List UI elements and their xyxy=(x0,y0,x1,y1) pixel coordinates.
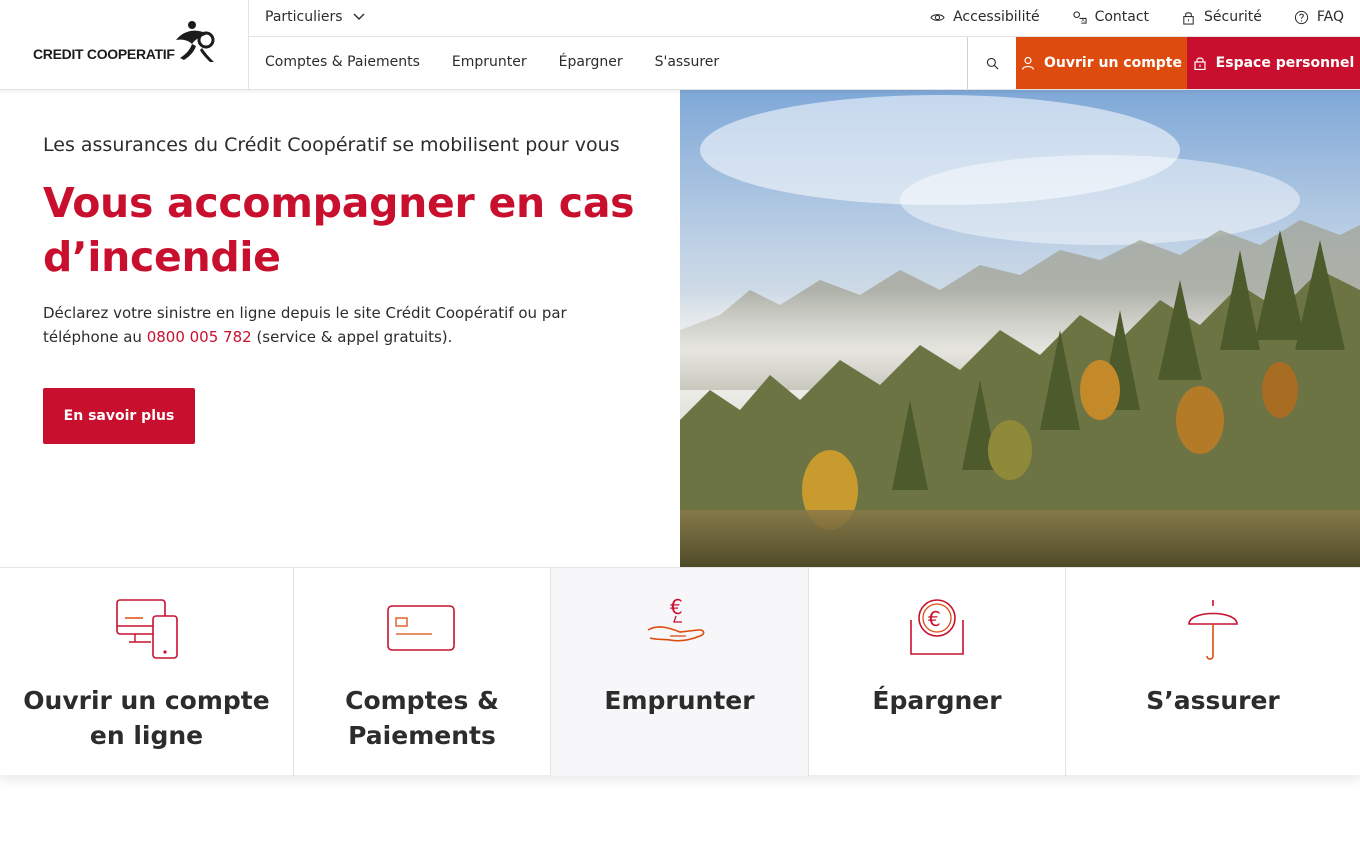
utility-links: Accessibilité A Contact Sécurité FAQ xyxy=(930,9,1344,25)
open-account-label: Ouvrir un compte xyxy=(1044,55,1182,71)
chevron-down-icon xyxy=(353,13,365,20)
nav-item-comptes-paiements[interactable]: Comptes & Paiements xyxy=(265,54,420,70)
forest-illustration xyxy=(680,90,1360,567)
umbrella-icon xyxy=(1188,600,1238,660)
lock-icon xyxy=(1194,57,1206,70)
security-link[interactable]: Sécurité xyxy=(1181,9,1262,25)
hero-subtitle: Les assurances du Crédit Coopératif se m… xyxy=(43,134,620,156)
learn-more-button[interactable]: En savoir plus xyxy=(43,388,195,444)
top-utility-bar: Particuliers Accessibilité A Contact Séc… xyxy=(249,0,1360,37)
faq-link[interactable]: FAQ xyxy=(1294,9,1344,25)
card-icon xyxy=(387,605,455,651)
site-header: CREDIT COOPERATIF Particuliers Accessibi… xyxy=(0,0,1360,90)
card-label: S’assurer xyxy=(1146,686,1280,715)
user-icon xyxy=(1021,56,1035,70)
phone-link[interactable]: 0800 005 782 xyxy=(147,328,252,346)
faq-label: FAQ xyxy=(1316,9,1344,25)
accessibility-label: Accessibilité xyxy=(953,9,1040,25)
card-open-account[interactable]: Ouvrir un compte en ligne xyxy=(0,568,294,776)
contact-link[interactable]: A Contact xyxy=(1072,9,1149,25)
segment-selector[interactable]: Particuliers xyxy=(265,9,365,25)
personal-space-label: Espace personnel xyxy=(1215,55,1355,71)
main-nav: Comptes & Paiements Emprunter Épargner S… xyxy=(249,37,1360,89)
logo-text: CREDIT COOPERATIF xyxy=(33,46,175,62)
eye-icon xyxy=(930,13,945,21)
card-label: Emprunter xyxy=(604,686,755,715)
svg-text:€: € xyxy=(928,607,941,631)
hero-description: Déclarez votre sinistre en ligne depuis … xyxy=(43,301,643,349)
card-insure[interactable]: S’assurer xyxy=(1066,568,1360,776)
open-account-button[interactable]: Ouvrir un compte xyxy=(1016,37,1187,89)
hero-content: Les assurances du Crédit Coopératif se m… xyxy=(0,90,680,567)
svg-text:€: € xyxy=(670,596,683,619)
nav-item-epargner[interactable]: Épargner xyxy=(559,54,623,70)
logo[interactable]: CREDIT COOPERATIF xyxy=(0,0,249,89)
card-label: Ouvrir un compte en ligne xyxy=(23,686,270,750)
hero-text-after: (service & appel gratuits). xyxy=(251,328,453,346)
search-icon xyxy=(986,57,998,69)
lock-icon xyxy=(1183,11,1194,25)
devices-icon xyxy=(115,599,178,659)
hero-title: Vous accompagner en cas d’incendie xyxy=(43,179,635,281)
category-cards: Ouvrir un compte en ligne Comptes & Paie… xyxy=(0,567,1360,776)
nav-items: Comptes & Paiements Emprunter Épargner S… xyxy=(265,54,719,70)
card-accounts-payments[interactable]: Comptes & Paiements xyxy=(294,568,551,776)
hand-euro-icon: € xyxy=(647,596,704,642)
card-save[interactable]: € Épargner xyxy=(809,568,1066,776)
savings-icon: € xyxy=(910,599,964,655)
card-label: Comptes & Paiements xyxy=(345,686,499,750)
card-borrow[interactable]: € Emprunter xyxy=(551,568,809,776)
security-label: Sécurité xyxy=(1204,9,1262,25)
logo-figures-icon xyxy=(176,21,215,62)
hero-forest-image xyxy=(680,90,1360,567)
segment-label: Particuliers xyxy=(265,9,343,25)
contact-label: Contact xyxy=(1094,9,1150,25)
accessibility-link[interactable]: Accessibilité xyxy=(930,9,1040,25)
contact-icon: A xyxy=(1072,10,1087,24)
search-button[interactable] xyxy=(967,37,1016,89)
nav-item-emprunter[interactable]: Emprunter xyxy=(452,54,527,70)
card-label: Épargner xyxy=(872,686,1002,715)
personal-space-button[interactable]: Espace personnel xyxy=(1187,37,1360,89)
nav-item-sassurer[interactable]: S'assurer xyxy=(655,54,720,70)
help-icon xyxy=(1294,10,1308,24)
